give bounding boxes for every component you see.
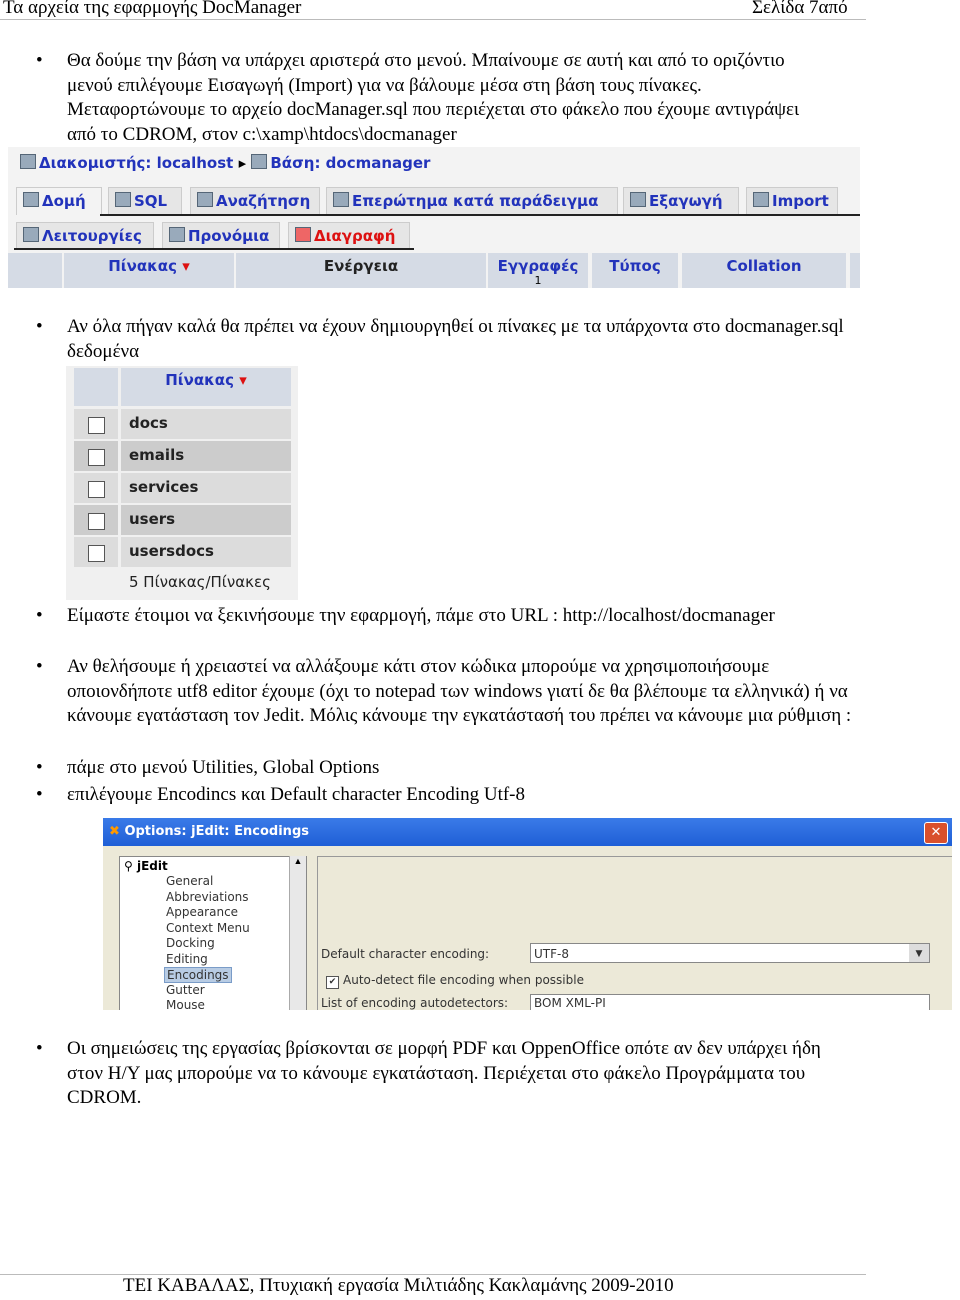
scroll-up-icon[interactable]: ▲: [290, 856, 306, 866]
table-checkbox[interactable]: [88, 481, 105, 498]
tab-underline: [100, 214, 860, 216]
import-icon: [753, 192, 769, 207]
arrow-right-icon: ▸: [238, 154, 247, 172]
tables-header[interactable]: Πίνακας ▾: [121, 368, 291, 406]
paragraph: πάμε στο μενού Utilities, Global Options: [67, 757, 380, 778]
table-checkbox[interactable]: [88, 449, 105, 466]
bullet: •: [36, 316, 43, 337]
tools-icon: [23, 227, 39, 242]
header-page: Σελίδα 7από: [752, 0, 848, 18]
header-divider: [0, 19, 866, 20]
server-icon: [20, 154, 36, 169]
table-row[interactable]: emails: [129, 446, 184, 464]
jedit-logo-icon: ✖: [109, 824, 120, 839]
paragraph: επιλέγουμε Encodincs και Default charact…: [67, 784, 526, 805]
tree-item[interactable]: Gutter: [166, 983, 205, 997]
sort-down-icon: ▾: [239, 371, 247, 389]
bullet: •: [36, 784, 43, 805]
close-icon[interactable]: ✕: [924, 822, 948, 844]
sort-down-icon: ▾: [182, 257, 190, 275]
table-checkbox[interactable]: [88, 417, 105, 434]
table-checkbox[interactable]: [88, 513, 105, 530]
sql-icon: [115, 192, 131, 207]
tree-item[interactable]: Context Menu: [166, 921, 250, 935]
paragraph: Αν θελήσουμε ή χρειαστεί να αλλάξουμε κά…: [67, 656, 852, 727]
check-icon: ✔: [326, 976, 339, 989]
tab-search[interactable]: Αναζήτηση: [190, 187, 320, 215]
bullet: •: [36, 656, 43, 677]
table-checkbox[interactable]: [88, 545, 105, 562]
database-icon: [251, 154, 268, 169]
tree-item[interactable]: Appearance: [166, 905, 238, 919]
bullet: •: [36, 605, 43, 626]
breadcrumb-server[interactable]: Διακομιστής: localhost: [39, 154, 233, 172]
table-row[interactable]: users: [129, 510, 175, 528]
paragraph: Θα δούμε την βάση να υπάρχει αριστερά στ…: [67, 50, 800, 146]
tree-node-icon: ⚲: [124, 859, 133, 873]
query-icon: [333, 192, 349, 207]
chevron-down-icon[interactable]: ▼: [909, 944, 929, 962]
export-icon: [630, 192, 646, 207]
bullet: •: [36, 1038, 43, 1059]
table-row[interactable]: services: [129, 478, 198, 496]
paragraph: Οι σημειώσεις της εργασίας βρίσκονται σε…: [67, 1038, 821, 1109]
tree-item[interactable]: Docking: [166, 936, 215, 950]
paragraph: Αν όλα πήγαν καλά θα πρέπει να έχουν δημ…: [67, 316, 844, 362]
tree-scrollbar[interactable]: ▲: [289, 856, 306, 1010]
table-row[interactable]: docs: [129, 414, 168, 432]
tree-item[interactable]: General: [166, 874, 213, 888]
tree-item[interactable]: Abbreviations: [166, 890, 249, 904]
col-action: Ενέργεια: [236, 253, 486, 288]
tab-privileges[interactable]: Προνόμια: [162, 222, 280, 250]
table-row[interactable]: usersdocs: [129, 542, 214, 560]
tab-structure[interactable]: Δομή: [16, 187, 102, 215]
title-bar: ✖ Options: jEdit: Encodings ✕: [103, 818, 952, 846]
breadcrumb-db[interactable]: Βάση: docmanager: [270, 154, 430, 172]
breadcrumb: Διακομιστής: localhost ▸ Βάση: docmanage…: [20, 154, 430, 172]
default-encoding-select[interactable]: UTF-8 ▼: [530, 943, 930, 963]
search-icon: [197, 192, 213, 207]
structure-icon: [23, 192, 39, 207]
tab-import[interactable]: Import: [746, 187, 838, 215]
default-encoding-label: Default character encoding:: [321, 947, 490, 961]
tree-item[interactable]: Editing: [166, 952, 208, 966]
bullet: •: [36, 757, 43, 778]
tab-operations[interactable]: Λειτουργίες: [16, 222, 154, 250]
bullet: •: [36, 50, 43, 71]
tab-sql[interactable]: SQL: [108, 187, 182, 215]
tab-drop[interactable]: Διαγραφή: [288, 222, 410, 250]
autodetect-checkbox[interactable]: ✔ Auto-detect file encoding when possible: [326, 973, 584, 989]
delete-icon: [295, 227, 311, 242]
tree-root[interactable]: ⚲ jEdit: [124, 859, 168, 873]
col-collation[interactable]: Collation: [682, 253, 846, 288]
tables-count: 5 Πίνακας/Πίνακες: [129, 573, 271, 591]
col-table[interactable]: Πίνακας ▾: [64, 253, 234, 288]
footer-text: ΤΕΙ ΚΑΒΑΛΑΣ, Πτυχιακή εργασία Μιλτιάδης …: [123, 1275, 674, 1296]
tab-underline: [14, 248, 414, 250]
paragraph: Είμαστε έτοιμοι να ξεκινήσουμε την εφαρμ…: [67, 605, 775, 626]
col-type[interactable]: Τύπος: [592, 253, 678, 288]
privileges-icon: [169, 227, 185, 242]
autodetectors-label: List of encoding autodetectors:: [321, 996, 509, 1010]
header-title: Τα αρχεία της εφαρμογής DocManager: [3, 0, 302, 18]
col-records[interactable]: Εγγραφές 1: [488, 253, 588, 288]
tree-item-selected[interactable]: Encodings: [164, 967, 232, 983]
tab-query[interactable]: Επερώτημα κατά παράδειγμα: [326, 187, 618, 215]
tab-export[interactable]: Εξαγωγή: [623, 187, 739, 215]
